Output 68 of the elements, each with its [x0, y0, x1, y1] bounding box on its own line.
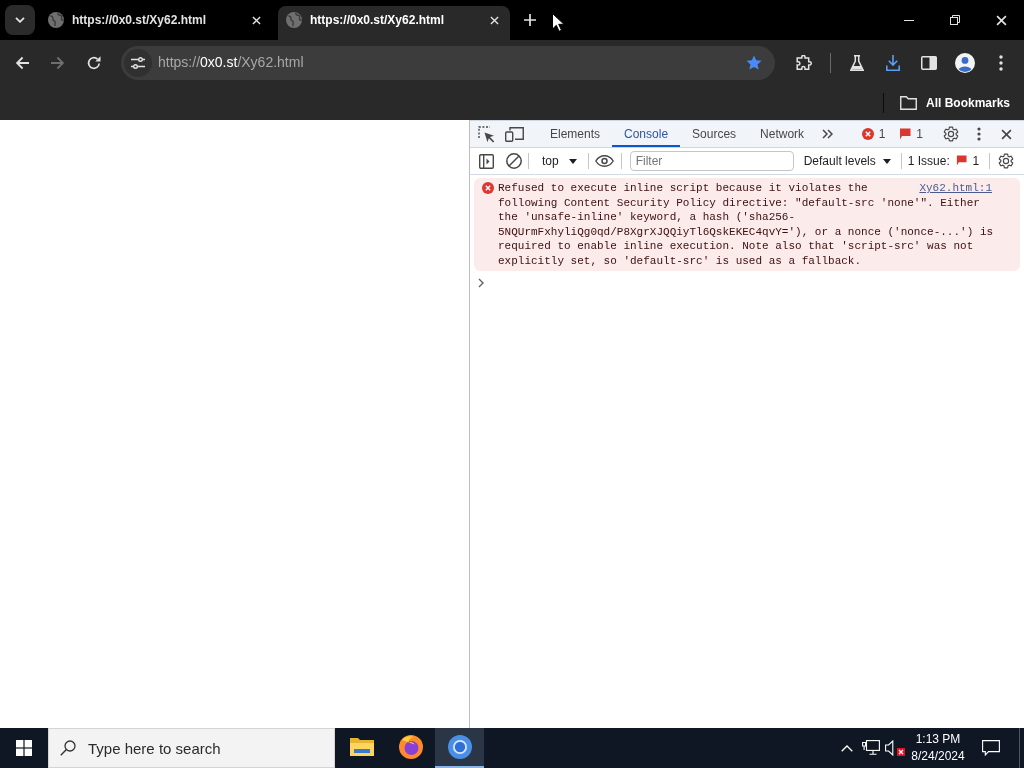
- taskbar-search-field[interactable]: Type here to search: [48, 728, 335, 768]
- avatar-silhouette-icon: [955, 52, 975, 73]
- network-monitor-icon: [862, 740, 880, 756]
- log-levels-dropdown[interactable]: Default levels: [797, 150, 897, 172]
- mouse-pointer-icon: [552, 13, 564, 32]
- globe-icon: [48, 12, 64, 28]
- site-info-button[interactable]: [124, 48, 152, 77]
- puzzle-piece-icon: [796, 54, 812, 71]
- error-message: Refused to execute inline script because it violates the following Content Security Policy directive: "default-src 'none'". Either the 'unsafe-inline' keyword, a hash ('sha256-5NQUrmFxhyliQg0qd/P8XgrXJQQiyTl6QskEKEC4qvY='), or a nonce ('nonce-...') is required to enable inline execution. Note also that 'script-src' was not explicitly set, so 'default-src' is used as a fallback. Xy62.html:1: [498, 181, 995, 268]
- devtools-tab[interactable]: Network: [748, 121, 817, 147]
- context-selector[interactable]: top: [535, 150, 584, 172]
- caret-down-icon: [568, 158, 577, 164]
- error-icon: [861, 128, 874, 140]
- issue-flag-icon: [899, 128, 912, 140]
- download-icon: [886, 54, 900, 71]
- taskbar-app-button[interactable]: [435, 728, 484, 768]
- settings-icon: [943, 126, 959, 142]
- devtools-tab[interactable]: Sources: [680, 121, 749, 147]
- search-icon: [60, 740, 76, 756]
- browser-icon: [447, 735, 472, 759]
- chevron-up-icon: [841, 744, 853, 752]
- source-link[interactable]: Xy62.html:1: [919, 181, 992, 196]
- caret-down-icon: [882, 158, 891, 164]
- kebab-menu-icon: [977, 127, 981, 141]
- clear-icon: [506, 153, 522, 169]
- speech-bubble-icon: [982, 740, 1000, 756]
- double-chevron-icon: [821, 129, 833, 139]
- side-panel-icon: [921, 55, 937, 70]
- plus-icon: [524, 14, 536, 26]
- windows-logo-icon: [16, 740, 32, 756]
- flask-icon: [850, 54, 864, 71]
- devtools-tab[interactable]: Elements: [538, 121, 613, 147]
- error-count-button[interactable]: 1: [857, 123, 890, 145]
- forward-arrow-icon: [51, 55, 65, 70]
- clock-time: 1:13 PM: [915, 731, 961, 748]
- globe-icon: [286, 12, 302, 28]
- inspect-cursor-icon: [477, 125, 495, 143]
- tab-search-button[interactable]: [5, 5, 35, 35]
- clock-date: 8/24/2024: [911, 748, 965, 765]
- reload-icon: [87, 55, 101, 70]
- address-bar[interactable]: https://0x0.st/Xy62.html: [121, 45, 775, 80]
- bookmark-folder-button[interactable]: All Bookmarks: [891, 88, 1018, 117]
- kebab-menu-icon: [999, 54, 1003, 71]
- minimize-icon: [904, 19, 914, 21]
- folder-icon: [899, 95, 917, 110]
- back-arrow-icon: [15, 55, 29, 70]
- issues-button[interactable]: 1 Issue: 1: [907, 150, 980, 172]
- issue-flag-icon: [956, 155, 968, 166]
- restore-icon: [950, 15, 960, 25]
- browser-icon: [398, 735, 423, 759]
- settings-icon: [998, 153, 1015, 169]
- prompt-chevron-icon: [478, 278, 484, 288]
- chevron-down-icon: [15, 17, 25, 23]
- eye-icon: [595, 155, 615, 167]
- error-icon: [482, 182, 494, 194]
- sidebar-toggle-icon: [478, 153, 494, 169]
- close-icon: [1000, 128, 1012, 140]
- folder-icon: [349, 737, 374, 757]
- devtools-tab[interactable]: Console: [612, 121, 681, 147]
- devices-icon: [504, 126, 524, 142]
- url-text: https://0x0.st/Xy62.html: [158, 53, 304, 72]
- close-icon: [251, 15, 261, 25]
- filter-field[interactable]: Filter: [629, 151, 794, 171]
- close-icon: [489, 15, 499, 25]
- browser-tab[interactable]: https://0x0.st/Xy62.html: [278, 6, 510, 40]
- close-icon: [995, 14, 1007, 26]
- issues-count-button[interactable]: 1: [895, 123, 927, 145]
- tune-icon: [131, 56, 145, 69]
